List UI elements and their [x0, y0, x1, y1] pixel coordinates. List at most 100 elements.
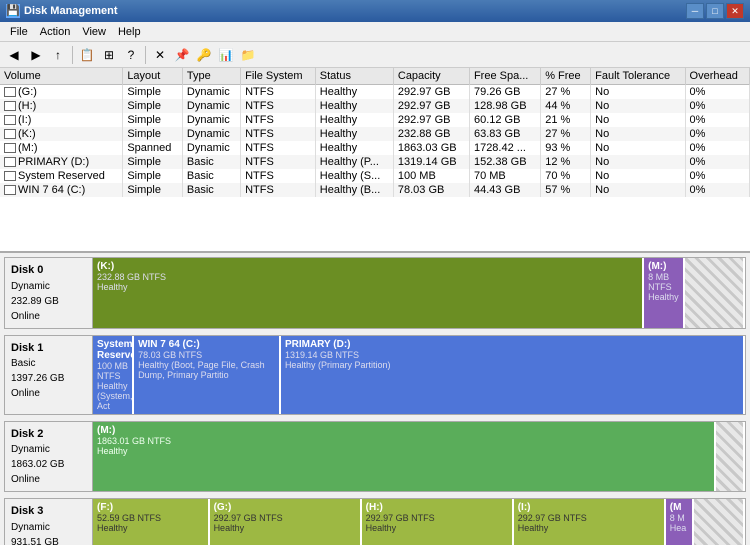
cell-pct: 44 % — [541, 99, 591, 113]
disk-name: Disk 0 — [11, 262, 86, 279]
partition-status: Healthy (Boot, Page File, Crash Dump, Pr… — [138, 360, 275, 380]
icon4[interactable]: 📌 — [172, 45, 192, 65]
partition-size: 292.97 GB NTFS — [366, 513, 508, 523]
partition-size: 8 M — [670, 513, 688, 523]
window-title: Disk Management — [24, 5, 118, 17]
minimize-button[interactable]: ─ — [686, 3, 704, 19]
icon7[interactable]: 📁 — [238, 45, 258, 65]
partition-block[interactable]: (I:) 292.97 GB NTFS Healthy — [514, 499, 666, 545]
menu-action[interactable]: Action — [34, 25, 77, 39]
col-overhead[interactable]: Overhead — [685, 68, 749, 85]
disk-name: Disk 1 — [11, 340, 86, 357]
disk-label: Disk 1 Basic 1397.26 GB Online — [5, 336, 93, 414]
help-icon-btn[interactable]: ? — [121, 45, 141, 65]
close-button[interactable]: ✕ — [726, 3, 744, 19]
cell-pct: 12 % — [541, 155, 591, 169]
partition-block[interactable]: (F:) 52.59 GB NTFS Healthy — [93, 499, 210, 545]
partition-size: 52.59 GB NTFS — [97, 513, 204, 523]
partition-status: Healthy (Primary Partition) — [285, 360, 739, 370]
col-type[interactable]: Type — [182, 68, 240, 85]
disk-status: Online — [11, 472, 86, 487]
table-row[interactable]: (K:) Simple Dynamic NTFS Healthy 232.88 … — [0, 127, 750, 141]
partition-block[interactable] — [694, 499, 745, 545]
volume-table: Volume Layout Type File System Status Ca… — [0, 68, 750, 197]
disk-row: Disk 2 Dynamic 1863.02 GB Online (M:) 18… — [4, 421, 746, 493]
properties-button[interactable]: ⊞ — [99, 45, 119, 65]
disk-row: Disk 1 Basic 1397.26 GB Online System Re… — [4, 335, 746, 415]
cell-pct: 27 % — [541, 127, 591, 141]
partition-block[interactable]: (M 8 M Hea — [666, 499, 694, 545]
partition-name: System Reserved — [97, 339, 128, 361]
cell-status: Healthy — [315, 127, 393, 141]
partition-status: Healthy (System, Act — [97, 381, 128, 411]
partition-block[interactable]: (G:) 292.97 GB NTFS Healthy — [210, 499, 362, 545]
col-fs[interactable]: File System — [241, 68, 316, 85]
back-button[interactable]: ◀ — [4, 45, 24, 65]
partition-block[interactable]: (M:) 8 MB NTFS Healthy — [644, 258, 685, 328]
cell-fs: NTFS — [241, 85, 316, 100]
table-row[interactable]: (H:) Simple Dynamic NTFS Healthy 292.97 … — [0, 99, 750, 113]
partition-size: 292.97 GB NTFS — [214, 513, 356, 523]
partition-status: Healthy — [97, 282, 638, 292]
cell-type: Basic — [182, 155, 240, 169]
col-status[interactable]: Status — [315, 68, 393, 85]
disk-status: Online — [11, 386, 86, 401]
col-capacity[interactable]: Capacity — [393, 68, 469, 85]
cell-type: Basic — [182, 169, 240, 183]
cell-fs: NTFS — [241, 169, 316, 183]
cell-type: Dynamic — [182, 127, 240, 141]
volume-table-area[interactable]: Volume Layout Type File System Status Ca… — [0, 68, 750, 253]
partition-name: (M:) — [648, 261, 679, 272]
cell-capacity: 232.88 GB — [393, 127, 469, 141]
table-row[interactable]: (G:) Simple Dynamic NTFS Healthy 292.97 … — [0, 85, 750, 100]
table-row[interactable]: WIN 7 64 (C:) Simple Basic NTFS Healthy … — [0, 183, 750, 197]
col-layout[interactable]: Layout — [123, 68, 183, 85]
partition-block[interactable]: PRIMARY (D:) 1319.14 GB NTFS Healthy (Pr… — [281, 336, 745, 414]
partition-block[interactable]: System Reserved 100 MB NTFS Healthy (Sys… — [93, 336, 134, 414]
up-button[interactable]: ↑ — [48, 45, 68, 65]
cell-fault: No — [591, 99, 685, 113]
partition-block[interactable]: (K:) 232.88 GB NTFS Healthy — [93, 258, 644, 328]
col-free[interactable]: Free Spa... — [469, 68, 540, 85]
table-row[interactable]: (I:) Simple Dynamic NTFS Healthy 292.97 … — [0, 113, 750, 127]
partition-block[interactable] — [685, 258, 745, 328]
table-row[interactable]: PRIMARY (D:) Simple Basic NTFS Healthy (… — [0, 155, 750, 169]
partition-block[interactable]: (H:) 292.97 GB NTFS Healthy — [362, 499, 514, 545]
menu-help[interactable]: Help — [112, 25, 147, 39]
icon6[interactable]: 📊 — [216, 45, 236, 65]
partition-status: Healthy — [366, 523, 508, 533]
disk-label: Disk 2 Dynamic 1863.02 GB Online — [5, 422, 93, 492]
cell-overhead: 0% — [685, 183, 749, 197]
partition-size: 1319.14 GB NTFS — [285, 350, 739, 360]
cell-type: Basic — [182, 183, 240, 197]
cell-type: Dynamic — [182, 85, 240, 100]
partition-block[interactable]: (M:) 1863.01 GB NTFS Healthy — [93, 422, 716, 492]
table-row[interactable]: (M:) Spanned Dynamic NTFS Healthy 1863.0… — [0, 141, 750, 155]
table-header-row: Volume Layout Type File System Status Ca… — [0, 68, 750, 85]
toolbar: ◀ ▶ ↑ 📋 ⊞ ? ✕ 📌 🔑 📊 📁 — [0, 42, 750, 68]
partition-block[interactable]: WIN 7 64 (C:) 78.03 GB NTFS Healthy (Boo… — [134, 336, 281, 414]
partition-size: 1863.01 GB NTFS — [97, 436, 710, 446]
col-fault[interactable]: Fault Tolerance — [591, 68, 685, 85]
cell-status: Healthy (P... — [315, 155, 393, 169]
cell-fs: NTFS — [241, 113, 316, 127]
show-hide-button[interactable]: 📋 — [77, 45, 97, 65]
toolbar-sep-2 — [145, 46, 146, 64]
menu-view[interactable]: View — [76, 25, 112, 39]
cell-free: 152.38 GB — [469, 155, 540, 169]
table-row[interactable]: System Reserved Simple Basic NTFS Health… — [0, 169, 750, 183]
icon5[interactable]: 🔑 — [194, 45, 214, 65]
forward-button[interactable]: ▶ — [26, 45, 46, 65]
cell-status: Healthy (S... — [315, 169, 393, 183]
disk-type: Dynamic — [11, 279, 86, 294]
disk-area[interactable]: Disk 0 Dynamic 232.89 GB Online (K:) 232… — [0, 253, 750, 545]
col-pct[interactable]: % Free — [541, 68, 591, 85]
partition-size: 78.03 GB NTFS — [138, 350, 275, 360]
partition-block[interactable] — [716, 422, 745, 492]
partition-status: Hea — [670, 523, 688, 533]
maximize-button[interactable]: □ — [706, 3, 724, 19]
menu-file[interactable]: File — [4, 25, 34, 39]
icon3[interactable]: ✕ — [150, 45, 170, 65]
cell-pct: 93 % — [541, 141, 591, 155]
col-volume[interactable]: Volume — [0, 68, 123, 85]
